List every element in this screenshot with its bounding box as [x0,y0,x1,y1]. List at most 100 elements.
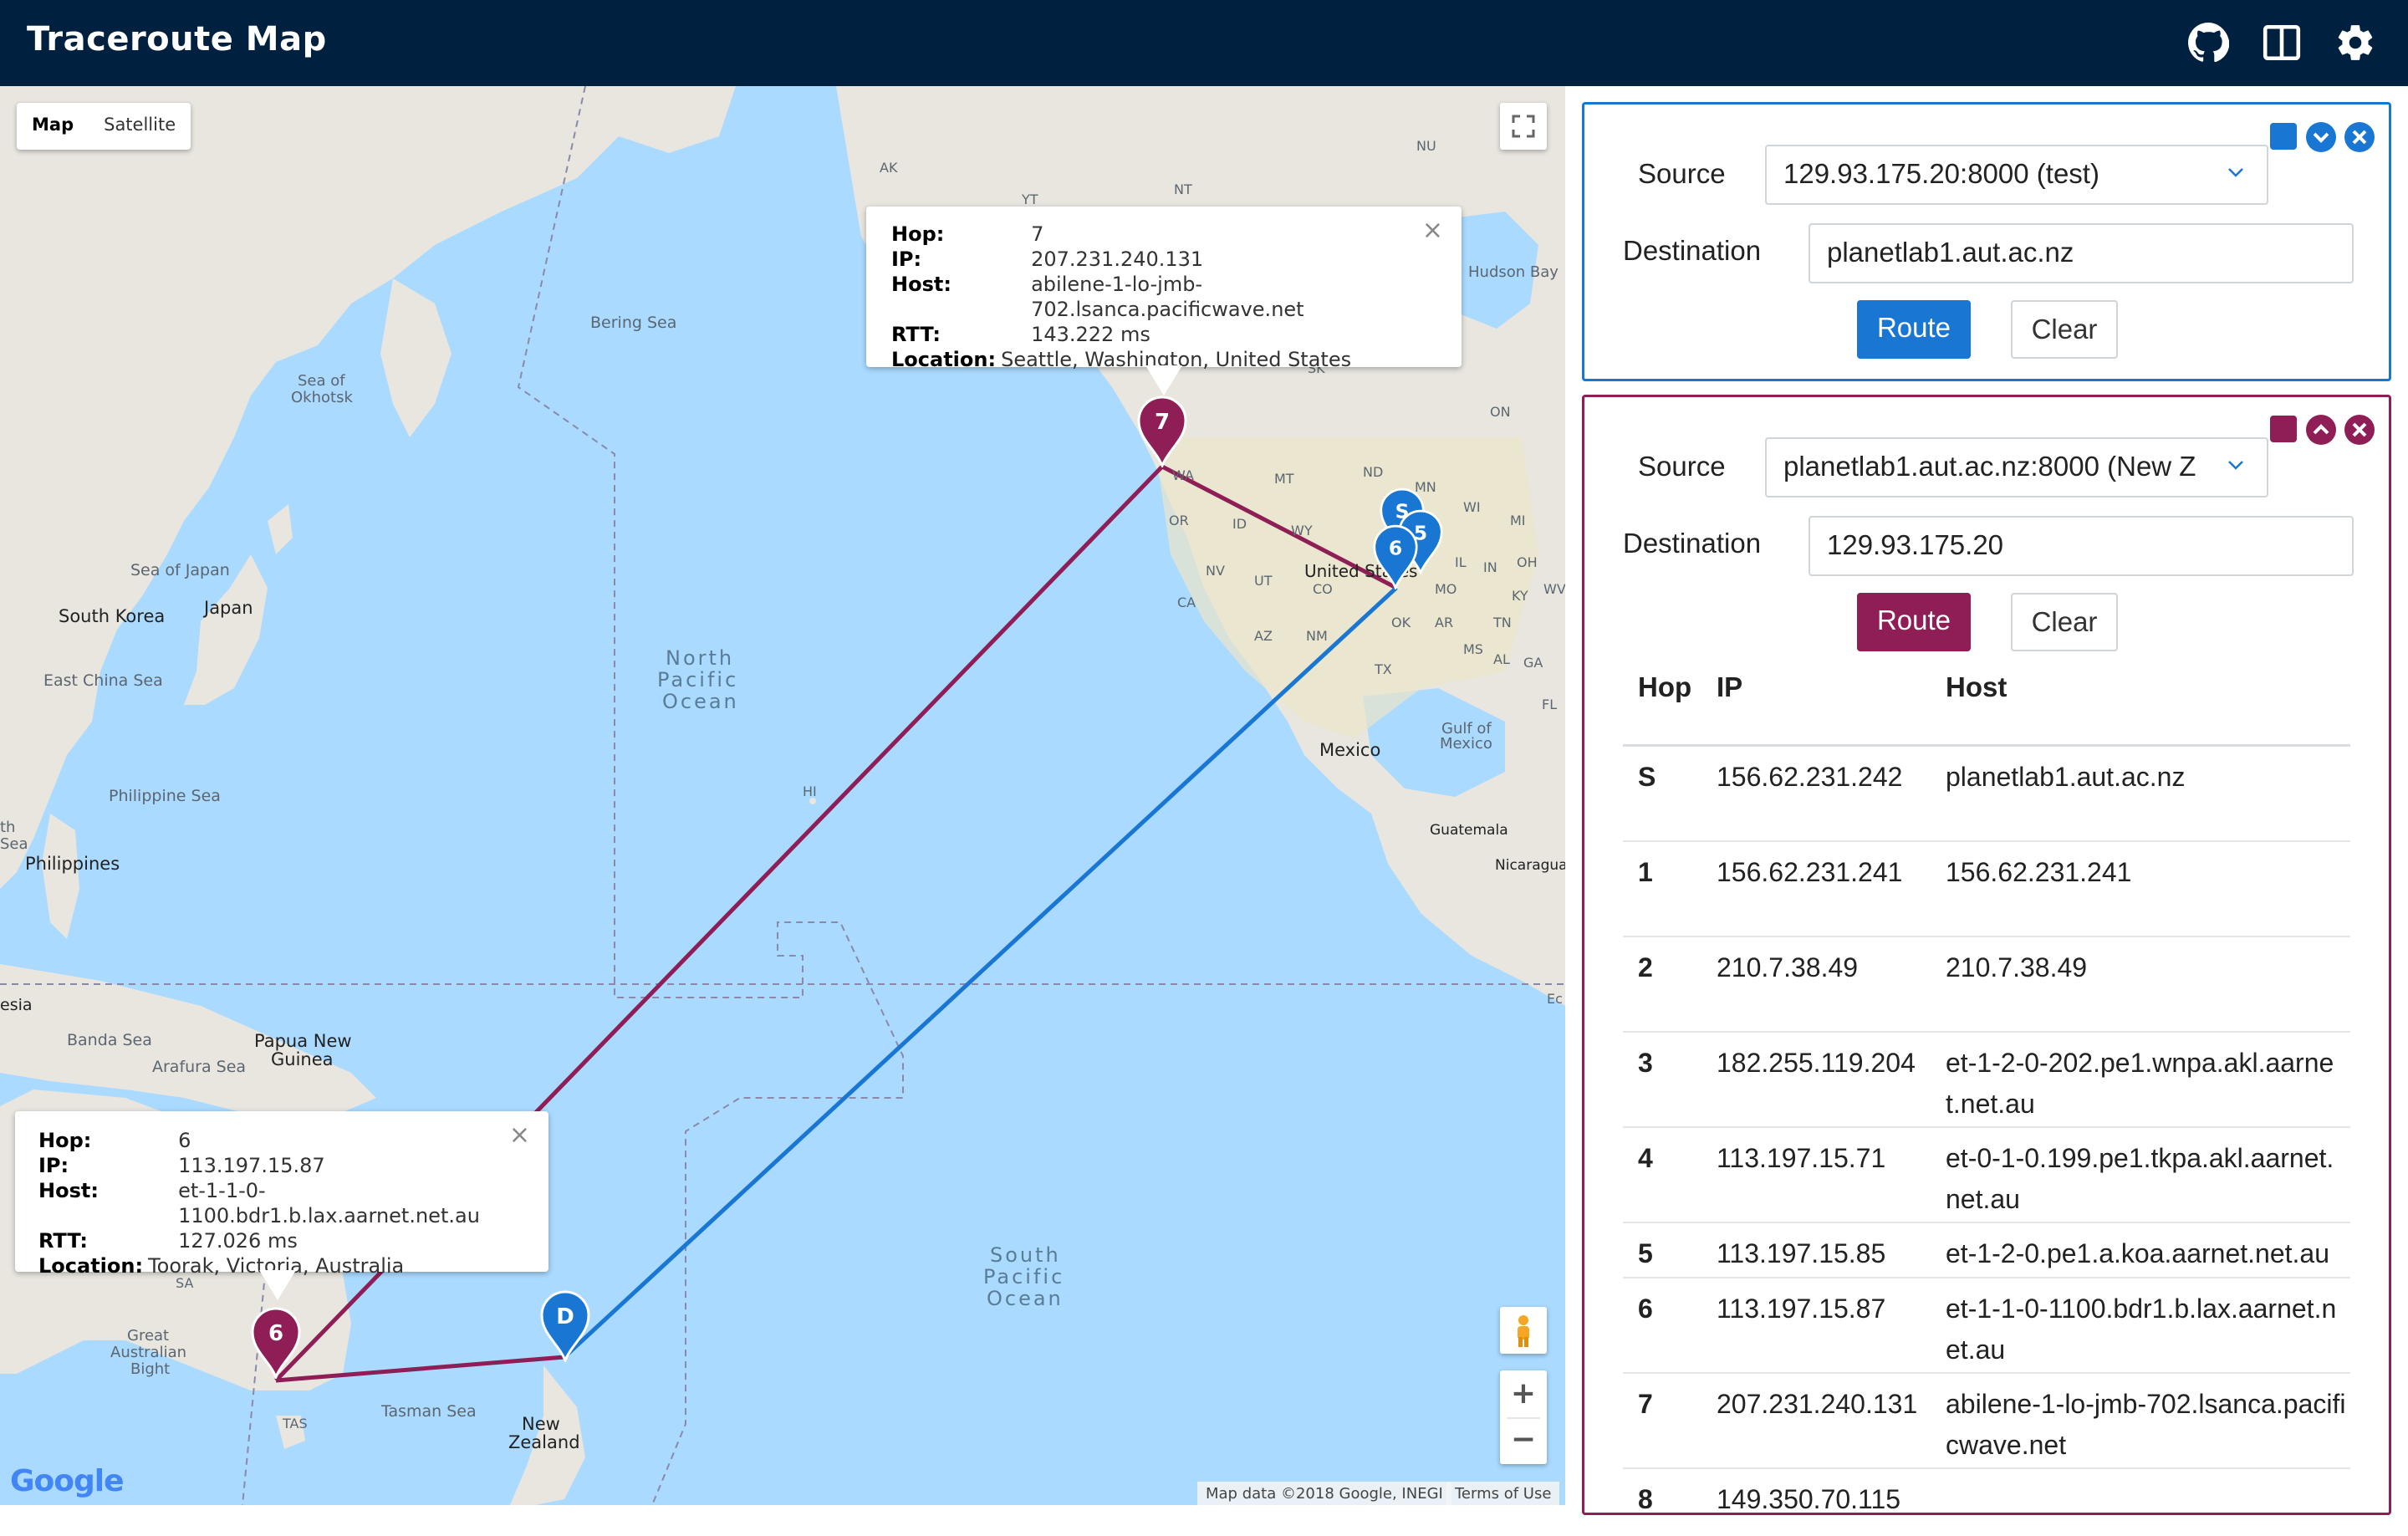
google-logo[interactable]: Google [10,1464,125,1498]
app-title: Traceroute Map [27,20,327,59]
source-label: Source [1638,451,1726,482]
destination-input[interactable]: 129.93.175.20 [1809,516,2354,576]
label-in: IN [1483,559,1497,575]
map-canvas[interactable]: Bering Sea Sea of Okhotsk Sea of Japan S… [0,86,1565,1505]
traceroute-panel-blue: Source 129.93.175.20:8000 (test) Destina… [1582,102,2391,381]
info-rtt-key: RTT: [38,1229,88,1253]
map-type-satellite-button[interactable]: Satellite [89,103,191,150]
label-tas: TAS [283,1416,308,1431]
zoom-out-button[interactable]: − [1500,1419,1547,1464]
label-wi: WI [1463,499,1481,515]
zoom-in-button[interactable]: + [1500,1370,1547,1417]
row-hop: 6 [1638,1294,1653,1324]
label-north-pacific-3: Ocean [662,690,739,713]
row-ip: 113.197.15.87 [1717,1294,1886,1324]
label-arafura-sea: Arafura Sea [152,1058,247,1076]
label-philippines: Philippines [25,854,120,874]
label-papua-1: Papua New [254,1031,352,1051]
label-ga: GA [1523,655,1543,671]
destination-input-value: planetlab1.aut.ac.nz [1827,237,2074,268]
traceroute-panel-purple: Source planetlab1.aut.ac.nz:8000 (New Z … [1582,395,2391,1515]
row-host: et-1-1-0-1100.bdr1.b.lax.aarnet.net.au [1946,1294,2337,1365]
label-nv: NV [1206,563,1225,579]
street-view-pegman-button[interactable] [1500,1307,1547,1354]
route-button[interactable]: Route [1857,300,1971,359]
top-navbar: Traceroute Map [0,0,2408,86]
table-row[interactable]: 2 210.7.38.49 210.7.38.49 [1623,937,2350,1033]
github-icon[interactable] [2187,22,2230,64]
color-swatch-purple[interactable] [2268,414,2298,444]
label-papua-2: Guinea [271,1049,334,1069]
label-esia: esia [0,996,33,1014]
source-label: Source [1638,158,1726,189]
clear-button[interactable]: Clear [2011,593,2118,651]
table-row[interactable]: S 156.62.231.242 planetlab1.aut.ac.nz [1623,747,2350,842]
info-location-value: Toorak, Victoria, Australia [148,1254,405,1278]
label-guatemala: Guatemala [1430,822,1508,839]
source-select-value: 129.93.175.20:8000 (test) [1783,158,2099,189]
label-gulf-mexico: Mexico [1440,735,1492,753]
source-select[interactable]: 129.93.175.20:8000 (test) [1765,145,2268,205]
layout-columns-icon[interactable] [2261,22,2303,64]
table-row[interactable]: 4 113.197.15.71 et-0-1-0.199.pe1.tkpa.ak… [1623,1128,2350,1223]
table-row[interactable]: 5 113.197.15.85 et-1-2-0.pe1.a.koa.aarne… [1623,1223,2350,1278]
color-swatch-blue[interactable] [2268,121,2298,151]
close-panel-icon[interactable] [2344,121,2375,152]
terms-of-use-link[interactable]: Terms of Use [1446,1482,1560,1505]
hop-7-marker[interactable]: 7 [1137,395,1187,467]
hop-6-info-table: Hop: 6 IP: 113.197.15.87 Host: et-1-1-0-110… [38,1128,548,1278]
collapse-chevron-down-icon[interactable] [2305,121,2337,152]
label-south-korea: South Korea [59,606,166,626]
table-row[interactable]: 6 113.197.15.87 et-1-1-0-1100.bdr1.b.lax… [1623,1278,2350,1374]
table-row[interactable]: 8 149.350.70.115 [1623,1469,2350,1536]
label-co: CO [1313,581,1333,597]
hop-6-marker-purple[interactable]: 6 [251,1307,301,1379]
row-hop: 5 [1638,1238,1653,1268]
label-th: th [0,819,16,836]
table-row[interactable]: 7 207.231.240.131 abilene-1-lo-jmb-702.l… [1623,1374,2350,1469]
label-nd: ND [1363,464,1384,480]
row-ip: 210.7.38.49 [1717,952,1859,982]
row-hop: 8 [1638,1484,1653,1514]
row-ip: 182.255.119.204 [1717,1048,1916,1078]
label-ms: MS [1463,641,1483,657]
info-window-tail [1145,365,1182,395]
label-ak: AK [880,160,898,176]
label-sea-of-japan: Sea of Japan [130,561,230,579]
clear-button[interactable]: Clear [2011,300,2118,359]
source-select[interactable]: planetlab1.aut.ac.nz:8000 (New Z [1765,437,2268,498]
label-ky: KY [1512,588,1528,604]
destination-input[interactable]: planetlab1.aut.ac.nz [1809,223,2354,283]
row-host: 156.62.231.241 [1946,857,2132,887]
label-south-pacific-2: Pacific [983,1265,1065,1289]
hop-6-marker-blue[interactable]: 6 [1373,524,1418,589]
label-ec: Ec [1547,991,1563,1007]
expand-chevron-up-icon[interactable] [2305,414,2337,445]
close-panel-icon[interactable] [2344,414,2375,445]
table-row[interactable]: 3 182.255.119.204 et-1-2-0-202.pe1.wnpa.… [1623,1033,2350,1128]
label-zealand: Zealand [508,1432,580,1452]
info-ip-value: 207.231.240.131 [1031,247,1204,271]
row-ip: 156.62.231.241 [1717,857,1903,887]
label-il: IL [1455,554,1467,570]
map-type-control: Map Satellite [17,103,191,150]
map-type-map-button[interactable]: Map [17,103,89,150]
route-button[interactable]: Route [1857,593,1971,651]
table-row[interactable]: 1 156.62.231.241 156.62.231.241 [1623,842,2350,937]
label-ok: OK [1391,615,1411,630]
destination-marker-blue[interactable]: D [540,1290,590,1362]
row-host [1946,1479,2347,1536]
label-bering-sea: Bering Sea [590,314,677,332]
label-philippine-sea: Philippine Sea [109,787,221,805]
row-ip: 156.62.231.242 [1717,762,1903,792]
row-ip: 113.197.15.85 [1717,1238,1886,1268]
row-host: 210.7.38.49 [1946,952,2088,982]
row-hop: 1 [1638,857,1653,887]
fullscreen-icon [1512,115,1535,138]
row-ip: 207.231.240.131 [1717,1389,1918,1419]
label-mt: MT [1274,471,1294,487]
gear-icon[interactable] [2334,22,2376,64]
fullscreen-button[interactable] [1500,103,1547,150]
row-host: et-1-2-0-202.pe1.wnpa.akl.aarnet.net.au [1946,1048,2334,1119]
label-bight: Bight [130,1360,171,1378]
